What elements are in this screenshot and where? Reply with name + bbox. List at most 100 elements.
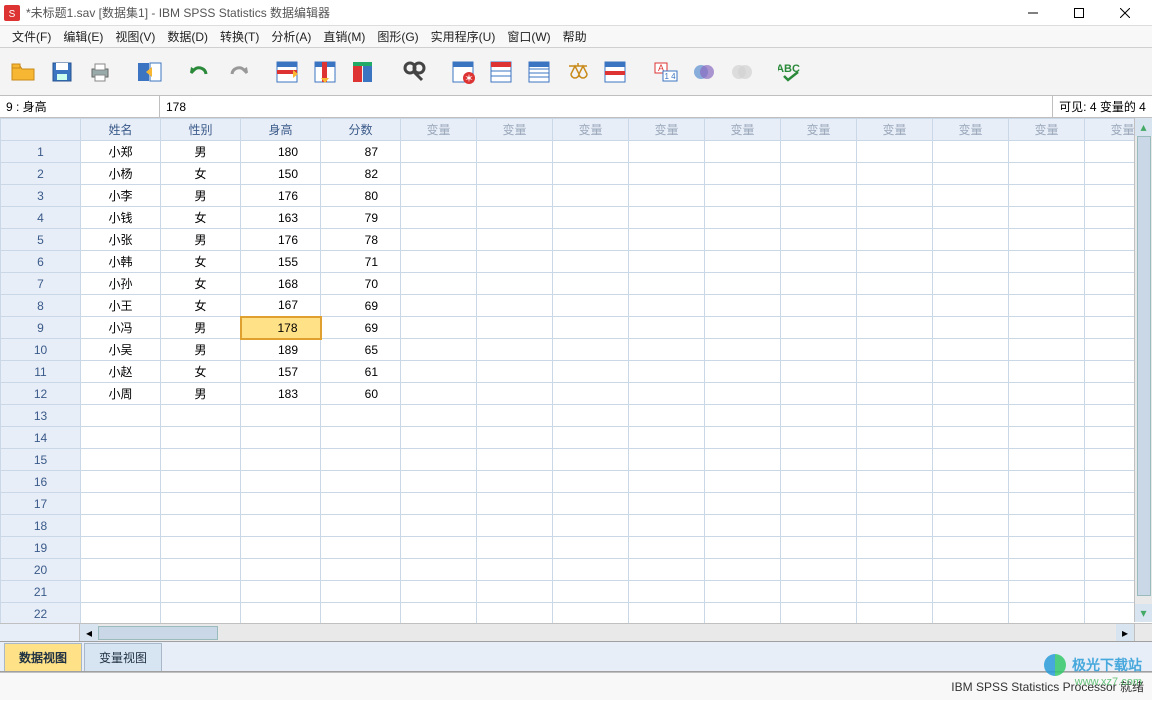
cell[interactable]: [321, 537, 401, 559]
scroll-right-button[interactable]: ▸: [1116, 624, 1134, 641]
cell-empty[interactable]: [477, 361, 553, 383]
tab-data-view[interactable]: 数据视图: [4, 643, 82, 671]
cell-empty[interactable]: [629, 537, 705, 559]
cell-empty[interactable]: [857, 427, 933, 449]
cell[interactable]: 163: [241, 207, 321, 229]
cell-empty[interactable]: [781, 251, 857, 273]
cell-empty[interactable]: [857, 141, 933, 163]
cell[interactable]: 157: [241, 361, 321, 383]
cell[interactable]: 女: [161, 251, 241, 273]
cell-empty[interactable]: [629, 339, 705, 361]
cell[interactable]: [81, 427, 161, 449]
cell[interactable]: [241, 449, 321, 471]
goto-variable-button[interactable]: [310, 56, 342, 88]
cell[interactable]: 小韩: [81, 251, 161, 273]
cell[interactable]: 小吴: [81, 339, 161, 361]
cell-empty[interactable]: [933, 339, 1009, 361]
cell-empty[interactable]: [401, 251, 477, 273]
cell-empty[interactable]: [705, 339, 781, 361]
cell[interactable]: 176: [241, 229, 321, 251]
cell-empty[interactable]: [781, 471, 857, 493]
menu-图形G[interactable]: 图形(G): [371, 26, 424, 47]
cell-empty[interactable]: [705, 427, 781, 449]
cell-empty[interactable]: [1009, 449, 1085, 471]
row-header[interactable]: 19: [1, 537, 81, 559]
cell-empty[interactable]: [629, 559, 705, 581]
cell-empty[interactable]: [705, 295, 781, 317]
cell-empty[interactable]: [781, 339, 857, 361]
cell-empty[interactable]: [629, 493, 705, 515]
show-all-button[interactable]: [726, 56, 758, 88]
cell-empty[interactable]: [553, 471, 629, 493]
cell-empty[interactable]: [629, 449, 705, 471]
cell-empty[interactable]: [553, 185, 629, 207]
cell[interactable]: [321, 515, 401, 537]
cell-empty[interactable]: [1009, 273, 1085, 295]
cell-empty[interactable]: [781, 449, 857, 471]
cell[interactable]: 183: [241, 383, 321, 405]
cell[interactable]: [81, 581, 161, 603]
cell-empty[interactable]: [781, 383, 857, 405]
cell-empty[interactable]: [629, 581, 705, 603]
cell-empty[interactable]: [401, 405, 477, 427]
split-file-button[interactable]: [524, 56, 556, 88]
cell[interactable]: [241, 603, 321, 625]
cell-empty[interactable]: [781, 295, 857, 317]
cell-empty[interactable]: [477, 449, 553, 471]
cell[interactable]: 176: [241, 185, 321, 207]
cell-empty[interactable]: [933, 603, 1009, 625]
variables-button[interactable]: [348, 56, 380, 88]
grid-corner[interactable]: [1, 119, 81, 141]
cell-empty[interactable]: [857, 405, 933, 427]
cell-empty[interactable]: [1009, 405, 1085, 427]
cell[interactable]: 女: [161, 163, 241, 185]
cell-empty[interactable]: [401, 295, 477, 317]
cell-empty[interactable]: [781, 581, 857, 603]
cell-empty[interactable]: [857, 383, 933, 405]
cell-empty[interactable]: [781, 163, 857, 185]
cell[interactable]: [81, 493, 161, 515]
cell-empty[interactable]: [857, 163, 933, 185]
cell-empty[interactable]: [401, 163, 477, 185]
cell-empty[interactable]: [553, 383, 629, 405]
cell-empty[interactable]: [781, 273, 857, 295]
cell-empty[interactable]: [781, 515, 857, 537]
scroll-down-button[interactable]: ▾: [1135, 604, 1152, 622]
cell-empty[interactable]: [781, 229, 857, 251]
insert-variable-button[interactable]: [486, 56, 518, 88]
row-header[interactable]: 18: [1, 515, 81, 537]
cell[interactable]: [81, 559, 161, 581]
cell[interactable]: 61: [321, 361, 401, 383]
cell-empty[interactable]: [857, 295, 933, 317]
cell-empty[interactable]: [553, 251, 629, 273]
cell-empty[interactable]: [401, 317, 477, 339]
cell-empty[interactable]: [477, 383, 553, 405]
cell-empty[interactable]: [553, 361, 629, 383]
cell-empty[interactable]: [553, 295, 629, 317]
cell-empty[interactable]: [401, 361, 477, 383]
cell-empty[interactable]: [1009, 427, 1085, 449]
cell-empty[interactable]: [629, 295, 705, 317]
cell-empty[interactable]: [401, 537, 477, 559]
col-header-empty[interactable]: 变量: [781, 119, 857, 141]
row-header[interactable]: 9: [1, 317, 81, 339]
cell[interactable]: [321, 427, 401, 449]
cell[interactable]: [241, 405, 321, 427]
col-header-empty[interactable]: 变量: [1009, 119, 1085, 141]
cell-empty[interactable]: [857, 185, 933, 207]
cell-empty[interactable]: [1009, 581, 1085, 603]
cell-empty[interactable]: [781, 537, 857, 559]
cell-empty[interactable]: [1009, 317, 1085, 339]
cell-empty[interactable]: [933, 493, 1009, 515]
cell[interactable]: [161, 537, 241, 559]
cell-empty[interactable]: [857, 581, 933, 603]
data-grid[interactable]: 姓名性别身高分数变量变量变量变量变量变量变量变量变量变量变量变量 1小郑男180…: [0, 118, 1152, 625]
row-header[interactable]: 11: [1, 361, 81, 383]
cell-empty[interactable]: [401, 427, 477, 449]
row-header[interactable]: 20: [1, 559, 81, 581]
tab-variable-view[interactable]: 变量视图: [84, 643, 162, 671]
cell-empty[interactable]: [1009, 471, 1085, 493]
cell[interactable]: [161, 515, 241, 537]
cell-empty[interactable]: [629, 361, 705, 383]
cell-empty[interactable]: [477, 471, 553, 493]
